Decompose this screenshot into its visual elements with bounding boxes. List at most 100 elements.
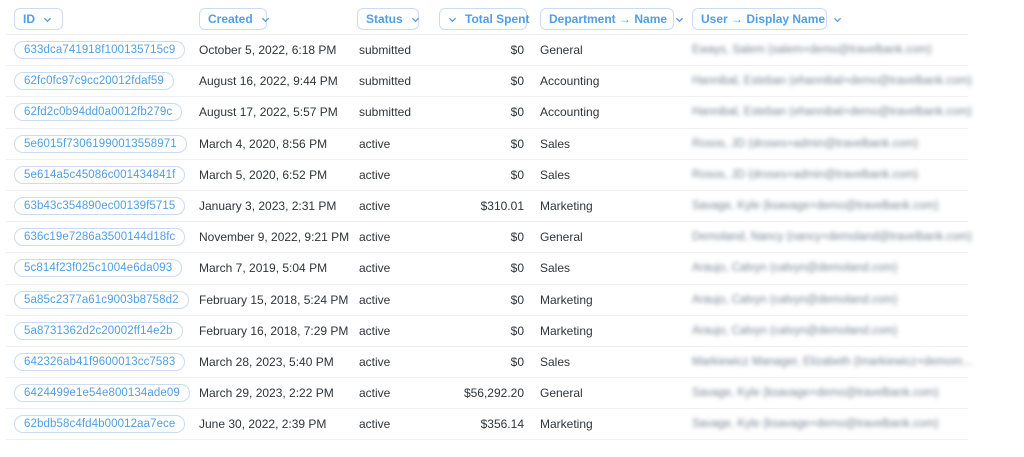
- table-row: 62fd2c0b94dd0a0012fb279c August 17, 2022…: [6, 97, 972, 129]
- id-pill[interactable]: 62bdb58c4fd4b00012aa7ece: [14, 415, 186, 434]
- user-cell: Savage, Kyle (ksavage+demo@travelbank.co…: [692, 200, 939, 213]
- created-cell: March 4, 2020, 8:56 PM: [199, 136, 328, 151]
- table-row: 633dca741918f100135715c9 October 5, 2022…: [6, 35, 968, 67]
- id-cell: 62fc0fc97c9cc20012fdaf59: [14, 66, 174, 96]
- id-pill[interactable]: 63b43c354890ec00139f5715: [14, 197, 186, 216]
- user-cell: Rosos, JD (droses+admin@travelbank.com): [692, 168, 919, 181]
- id-cell: 636c19e7286a3500144d18fc: [14, 222, 186, 252]
- id-cell: 5a8731362d2c20002ff14e2b: [14, 316, 183, 346]
- status-cell: active: [359, 386, 391, 401]
- user-cell: Hannibal, Esteban (ehannibal+demo@travel…: [692, 75, 972, 88]
- chevron-down-icon: [411, 15, 420, 24]
- created-cell: August 17, 2022, 5:57 PM: [199, 105, 338, 120]
- total-spent-cell: $0: [510, 230, 524, 245]
- user-cell: Demoland, Nancy (nancy+demoland@travelba…: [692, 231, 972, 244]
- chevron-down-icon: [261, 15, 270, 24]
- id-pill[interactable]: 5c814f23f025c1004e6da093: [14, 259, 183, 278]
- column-header-label: Status: [366, 12, 403, 26]
- total-spent-cell: $0: [510, 354, 524, 369]
- status-cell: submitted: [359, 43, 412, 58]
- table-row: 636c19e7286a3500144d18fc November 9, 202…: [6, 222, 972, 254]
- column-header-department[interactable]: Department → Name: [540, 8, 684, 30]
- column-header-created[interactable]: Created: [199, 8, 270, 30]
- department-cell: Marketing: [540, 292, 593, 307]
- id-cell: 62fd2c0b94dd0a0012fb279c: [14, 97, 183, 127]
- id-pill[interactable]: 633dca741918f100135715c9: [14, 41, 186, 60]
- column-header-status[interactable]: Status: [357, 8, 419, 30]
- status-cell: active: [359, 230, 391, 245]
- department-cell: Sales: [540, 167, 571, 182]
- total-spent-cell: $310.01: [480, 199, 524, 214]
- created-cell: August 16, 2022, 9:44 PM: [199, 74, 338, 89]
- table-body: 633dca741918f100135715c9 October 5, 2022…: [6, 35, 972, 441]
- table-row: 5e614a5c45086c001434841f March 5, 2020, …: [6, 160, 968, 191]
- id-cell: 6424499e1e54e800134ade09: [14, 378, 190, 408]
- column-header-id[interactable]: ID: [14, 8, 63, 30]
- id-pill[interactable]: 5e6015f73061990013558971: [14, 134, 187, 153]
- status-cell: active: [359, 354, 391, 369]
- results-table: ID Created Status Total Spent Department…: [6, 3, 972, 441]
- created-cell: January 3, 2023, 2:31 PM: [199, 199, 337, 214]
- total-spent-cell: $0: [510, 136, 524, 151]
- id-pill[interactable]: 62fd2c0b94dd0a0012fb279c: [14, 103, 183, 122]
- user-cell: Araujo, Calvyn (calvyn@demoland.com): [692, 324, 898, 337]
- user-cell: Eways, Salem (salem+demo@travelbank.com): [692, 44, 932, 57]
- status-cell: active: [359, 167, 391, 182]
- created-cell: March 7, 2019, 5:04 PM: [199, 261, 328, 276]
- id-pill[interactable]: 5a85c2377a61c9003b8758d2: [14, 290, 189, 309]
- column-header-label: Department → Name: [549, 12, 668, 26]
- created-cell: March 28, 2023, 5:40 PM: [199, 354, 334, 369]
- total-spent-cell: $0: [510, 323, 524, 338]
- id-pill[interactable]: 636c19e7286a3500144d18fc: [14, 228, 186, 247]
- chevron-down-icon: [675, 15, 684, 24]
- department-cell: Accounting: [540, 105, 600, 120]
- id-pill[interactable]: 5a8731362d2c20002ff14e2b: [14, 321, 183, 340]
- status-cell: active: [359, 417, 391, 432]
- table-row: 6424499e1e54e800134ade09 March 29, 2023,…: [6, 378, 968, 410]
- id-pill[interactable]: 62fc0fc97c9cc20012fdaf59: [14, 72, 174, 91]
- created-cell: February 16, 2018, 7:29 PM: [199, 323, 349, 338]
- created-cell: February 15, 2018, 5:24 PM: [199, 292, 349, 307]
- id-cell: 5e614a5c45086c001434841f: [14, 160, 186, 190]
- department-cell: Marketing: [540, 417, 593, 432]
- table-row: 62bdb58c4fd4b00012aa7ece June 30, 2022, …: [6, 409, 968, 441]
- table-row: 5c814f23f025c1004e6da093 March 7, 2019, …: [6, 253, 968, 285]
- department-cell: Marketing: [540, 323, 593, 338]
- column-header-label: ID: [23, 12, 35, 26]
- department-cell: General: [540, 386, 583, 401]
- department-cell: General: [540, 43, 583, 58]
- user-cell: Savage, Kyle (ksavage+demo@travelbank.co…: [692, 418, 939, 431]
- column-header-user[interactable]: User → Display Name: [692, 8, 842, 30]
- department-cell: Marketing: [540, 199, 593, 214]
- total-spent-cell: $0: [510, 74, 524, 89]
- created-cell: March 29, 2023, 2:22 PM: [199, 386, 334, 401]
- total-spent-cell: $0: [510, 167, 524, 182]
- created-cell: June 30, 2022, 2:39 PM: [199, 417, 327, 432]
- column-header-total-spent[interactable]: Total Spent: [439, 8, 529, 30]
- total-spent-cell: $0: [510, 261, 524, 276]
- id-pill[interactable]: 642326ab41f9600013cc7583: [14, 352, 186, 371]
- id-pill[interactable]: 5e614a5c45086c001434841f: [14, 165, 186, 184]
- status-cell: active: [359, 261, 391, 276]
- id-cell: 5a85c2377a61c9003b8758d2: [14, 285, 189, 315]
- chevron-down-icon: [448, 15, 457, 24]
- chevron-down-icon: [43, 15, 52, 24]
- created-cell: March 5, 2020, 6:52 PM: [199, 167, 328, 182]
- table-row: 5e6015f73061990013558971 March 4, 2020, …: [6, 129, 968, 160]
- id-pill[interactable]: 6424499e1e54e800134ade09: [14, 384, 190, 403]
- id-cell: 62bdb58c4fd4b00012aa7ece: [14, 409, 186, 439]
- department-cell: Sales: [540, 354, 571, 369]
- department-cell: Accounting: [540, 74, 600, 89]
- table-row: 62fc0fc97c9cc20012fdaf59 August 16, 2022…: [6, 66, 972, 98]
- department-cell: Sales: [540, 136, 571, 151]
- chevron-down-icon: [833, 15, 842, 24]
- status-cell: active: [359, 199, 391, 214]
- user-cell: Araujo, Calvyn (calvyn@demoland.com): [692, 293, 898, 306]
- status-cell: active: [359, 323, 391, 338]
- status-cell: submitted: [359, 74, 412, 89]
- created-cell: November 9, 2022, 9:21 PM: [199, 230, 350, 245]
- total-spent-cell: $0: [510, 105, 524, 120]
- user-cell: Rosos, JD (droses+admin@travelbank.com): [692, 137, 919, 150]
- status-cell: submitted: [359, 105, 412, 120]
- user-cell: Savage, Kyle (ksavage+demo@travelbank.co…: [692, 387, 939, 400]
